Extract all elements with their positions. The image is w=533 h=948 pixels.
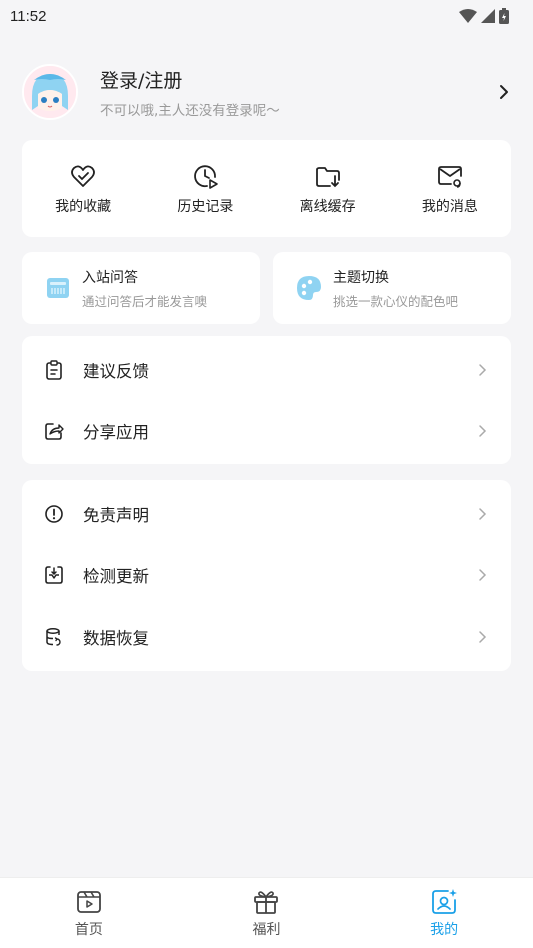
quick-actions-card: 我的收藏 历史记录 离线缓存 我的消息 xyxy=(22,140,511,237)
history-icon xyxy=(194,164,219,189)
bottom-tab-bar: 首页 福利 我的 xyxy=(0,877,533,948)
menu-group-2: 免责声明 检测更新 数据恢复 xyxy=(22,480,511,671)
avatar xyxy=(22,64,78,120)
menu-item-share[interactable]: 分享应用 xyxy=(22,401,511,463)
quick-label: 离线缓存 xyxy=(299,198,356,215)
menu-item-disclaimer[interactable]: 免责声明 xyxy=(22,483,511,545)
profile-icon xyxy=(432,888,458,914)
quiz-card[interactable]: 入站问答 通过问答后才能发言噢 xyxy=(22,252,260,324)
palette-icon xyxy=(297,276,321,300)
login-register-title: 登录/注册 xyxy=(100,69,183,92)
theme-text: 主题切换 挑选一款心仪的配色吧 xyxy=(333,267,458,310)
clipboard-icon xyxy=(46,360,62,380)
quick-history[interactable]: 历史记录 xyxy=(150,162,260,216)
chevron-right-icon xyxy=(479,508,487,520)
menu-item-data-restore[interactable]: 数据恢复 xyxy=(22,606,511,668)
theme-title: 主题切换 xyxy=(333,269,389,286)
update-icon xyxy=(45,566,63,585)
status-icons xyxy=(459,8,509,24)
chevron-right-icon xyxy=(479,364,487,376)
tab-welfare[interactable]: 福利 xyxy=(206,888,326,939)
menu-label: 数据恢复 xyxy=(83,628,149,648)
menu-label: 建议反馈 xyxy=(83,361,149,381)
tab-mine[interactable]: 我的 xyxy=(384,888,504,939)
tab-label: 我的 xyxy=(430,921,459,938)
mail-icon xyxy=(437,165,462,188)
gift-icon xyxy=(254,890,279,914)
theme-subtitle: 挑选一款心仪的配色吧 xyxy=(333,293,459,309)
menu-group-1: 建议反馈 分享应用 xyxy=(22,336,511,464)
chevron-right-icon xyxy=(479,631,487,643)
login-profile-row[interactable]: 登录/注册 不可以哦,主人还没有登录呢～ xyxy=(0,52,533,132)
quick-favorites[interactable]: 我的收藏 xyxy=(28,162,138,216)
status-bar: 11:52 xyxy=(0,0,533,32)
menu-item-feedback[interactable]: 建议反馈 xyxy=(22,339,511,401)
profile-text: 登录/注册 不可以哦,主人还没有登录呢～ xyxy=(100,66,497,119)
quick-label: 我的消息 xyxy=(421,198,478,215)
chevron-right-icon xyxy=(500,85,508,99)
folder-download-icon xyxy=(315,166,340,187)
wifi-icon xyxy=(459,9,477,23)
theme-card[interactable]: 主题切换 挑选一款心仪的配色吧 xyxy=(273,252,511,324)
quiz-text: 入站问答 通过问答后才能发言噢 xyxy=(82,267,207,310)
heart-check-icon xyxy=(71,165,96,187)
chevron-right-icon xyxy=(479,569,487,581)
anime-avatar-icon xyxy=(24,66,76,118)
tab-home[interactable]: 首页 xyxy=(29,888,149,939)
menu-label: 分享应用 xyxy=(83,423,149,443)
home-video-icon xyxy=(76,890,101,913)
quick-label: 历史记录 xyxy=(177,198,234,215)
quiz-subtitle: 通过问答后才能发言噢 xyxy=(82,293,208,309)
menu-item-check-update[interactable]: 检测更新 xyxy=(22,545,511,607)
info-icon xyxy=(45,504,63,523)
status-time: 11:52 xyxy=(10,7,47,25)
quiz-title: 入站问答 xyxy=(82,269,138,286)
quick-messages[interactable]: 我的消息 xyxy=(395,162,505,216)
signal-icon xyxy=(481,9,495,23)
menu-label: 免责声明 xyxy=(83,505,149,525)
quiz-icon xyxy=(47,278,69,298)
menu-label: 检测更新 xyxy=(83,567,149,587)
battery-icon xyxy=(499,8,509,24)
quick-offline-cache[interactable]: 离线缓存 xyxy=(273,162,383,216)
chevron-right-icon xyxy=(479,425,487,437)
quick-label: 我的收藏 xyxy=(55,198,112,215)
tab-label: 首页 xyxy=(74,921,103,938)
tab-label: 福利 xyxy=(252,921,281,938)
login-hint: 不可以哦,主人还没有登录呢～ xyxy=(100,102,280,119)
share-icon xyxy=(45,423,64,441)
database-icon xyxy=(46,627,61,646)
